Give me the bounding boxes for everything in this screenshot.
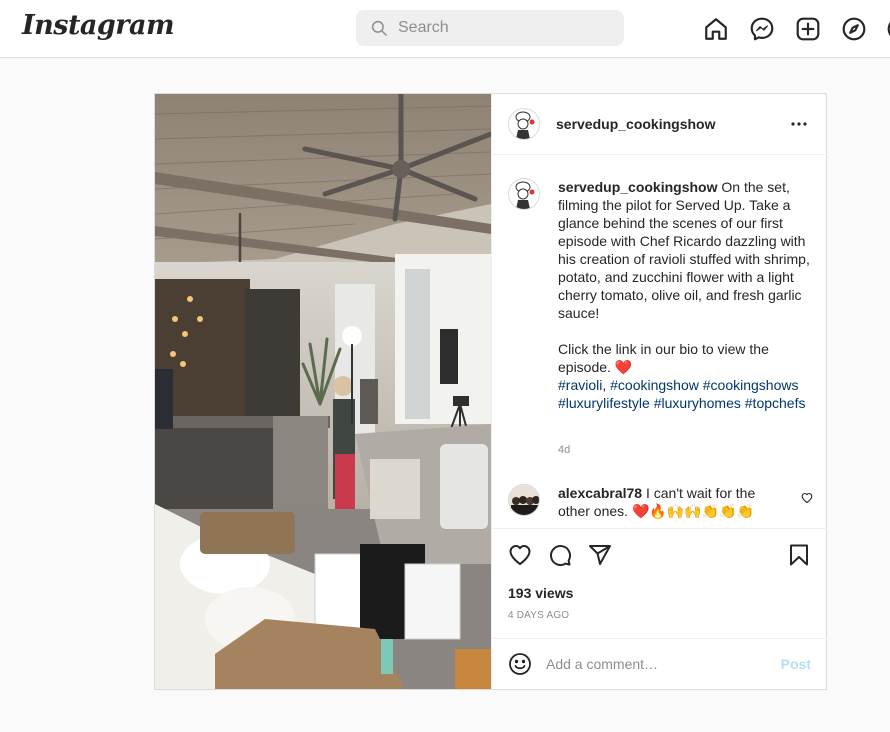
add-comment-bar: Post (492, 638, 827, 689)
new-post-icon[interactable] (795, 16, 821, 42)
messenger-icon[interactable] (749, 16, 775, 42)
more-options-icon[interactable] (789, 116, 809, 132)
hashtag-link[interactable]: #ravioli (558, 377, 602, 393)
post-sidebar: servedup_cookingshow servedup_cookingsho… (491, 94, 827, 689)
post-comment-button[interactable]: Post (781, 656, 811, 672)
share-send-icon[interactable] (588, 543, 612, 567)
explore-icon[interactable] (841, 16, 867, 42)
commenter-username[interactable]: alexcabral78 (558, 485, 642, 501)
search-bar[interactable] (356, 10, 624, 46)
hashtag-link[interactable]: #cookingshow (610, 377, 699, 393)
post-actions: 193 views 4 DAYS AGO (492, 528, 827, 638)
hashtag-link[interactable]: #luxuryhomes (654, 395, 741, 411)
like-heart-icon[interactable] (508, 543, 532, 567)
avatar[interactable] (508, 108, 540, 140)
hashtag-link[interactable]: #topchefs (745, 395, 806, 411)
hashtag-link[interactable]: #luxurylifestyle (558, 395, 650, 411)
post-header: servedup_cookingshow (492, 94, 827, 155)
caption-timestamp[interactable]: 4d (558, 444, 570, 456)
comment: alexcabral78 I can't wait for the other … (558, 484, 788, 520)
instagram-logo[interactable]: Instagram (22, 10, 175, 41)
caption-text: On the set, filming the pilot for Served… (558, 179, 810, 321)
search-input[interactable] (398, 10, 618, 46)
top-nav: Instagram (0, 0, 890, 58)
post-caption: servedup_cookingshow On the set, filming… (558, 178, 816, 412)
save-bookmark-icon[interactable] (787, 543, 811, 567)
caption-text-2: Click the link in our bio to view the ep… (558, 341, 769, 375)
comment-bubble-icon[interactable] (548, 543, 572, 567)
commenter-avatar[interactable] (508, 484, 540, 516)
hashtag-separator: , (602, 377, 611, 393)
add-comment-input[interactable] (546, 647, 766, 681)
activity-icon[interactable] (886, 16, 890, 42)
hashtag-link[interactable]: #cookingshows (703, 377, 799, 393)
search-icon (371, 20, 387, 36)
chef-avatar-icon (515, 181, 535, 209)
emoji-smiley-icon[interactable] (508, 652, 532, 676)
post-photo[interactable] (155, 94, 491, 689)
home-icon[interactable] (703, 16, 729, 42)
view-count[interactable]: 193 views (508, 585, 573, 601)
post-timestamp[interactable]: 4 DAYS AGO (508, 610, 569, 621)
post-card: servedup_cookingshow servedup_cookingsho… (154, 93, 827, 690)
post-author-username[interactable]: servedup_cookingshow (556, 116, 715, 132)
caption-avatar[interactable] (508, 178, 540, 210)
comments-section[interactable]: servedup_cookingshow On the set, filming… (492, 156, 827, 528)
chef-avatar-icon (515, 111, 535, 139)
hashtag-list: #ravioli, #cookingshow #cookingshows #lu… (558, 376, 816, 412)
like-comment-heart-icon[interactable] (801, 492, 813, 504)
caption-username[interactable]: servedup_cookingshow (558, 179, 717, 195)
group-photo-avatar-icon (509, 485, 539, 515)
